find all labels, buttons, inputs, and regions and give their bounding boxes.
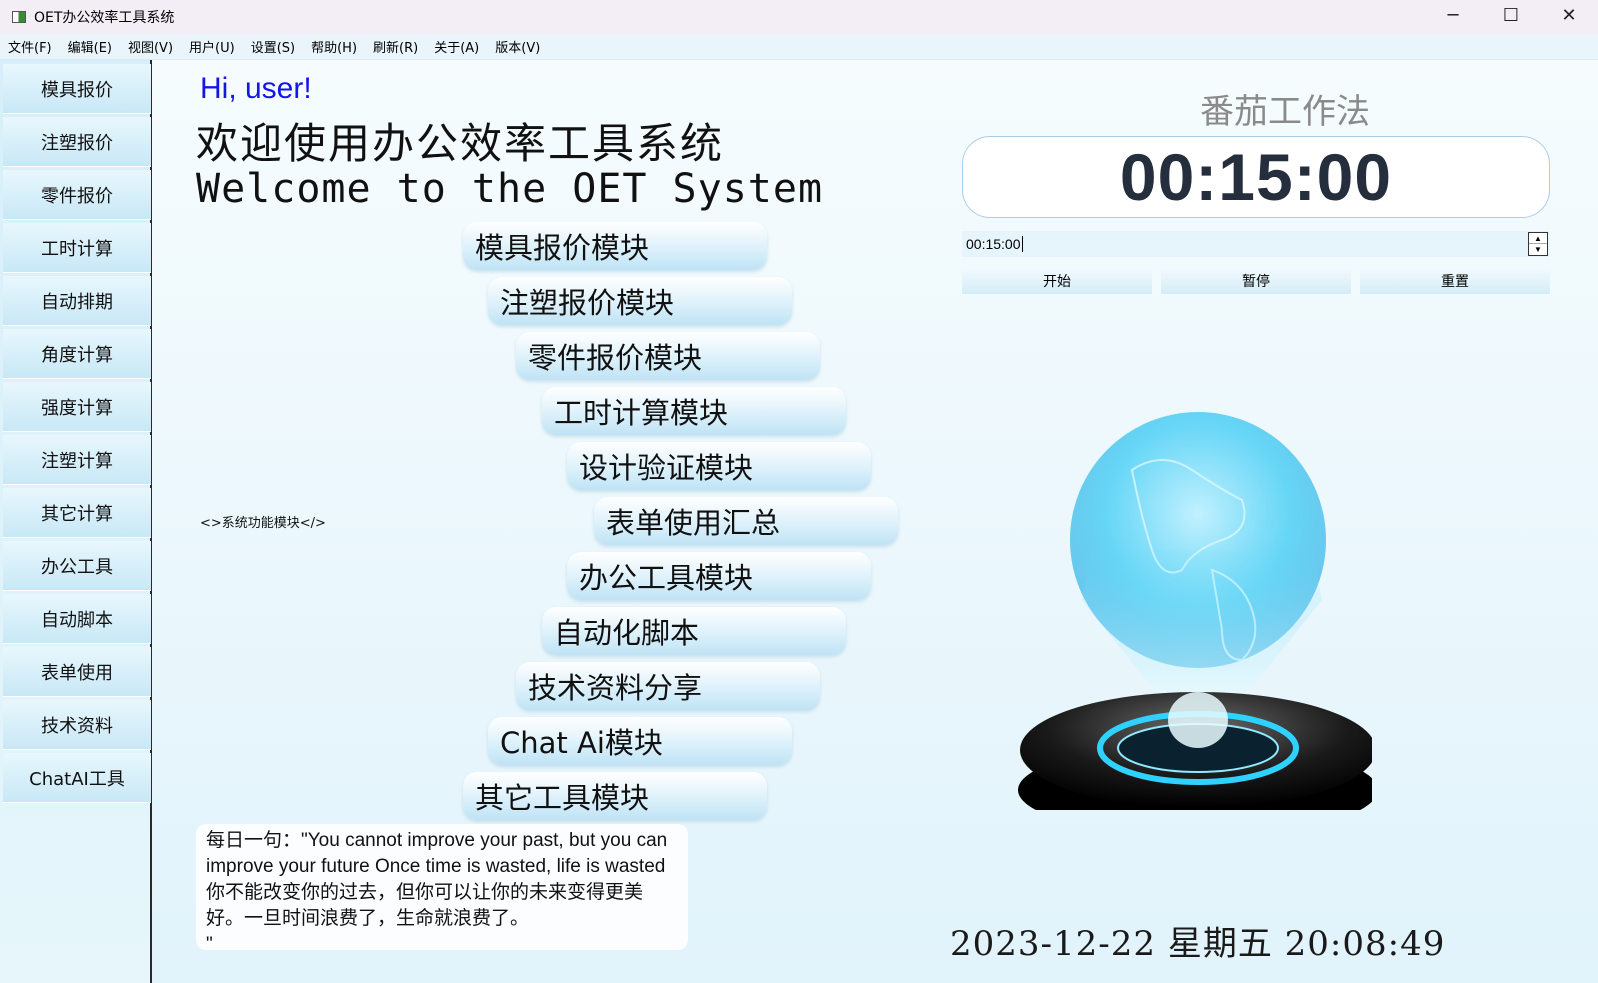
globe-icon	[1018, 412, 1378, 836]
menu-bar: 文件(F) 编辑(E) 视图(V) 用户(U) 设置(S) 帮助(H) 刷新(R…	[0, 34, 1598, 60]
start-button[interactable]: 开始	[962, 268, 1152, 294]
sidebar-item-office-tools[interactable]: 办公工具	[3, 541, 151, 591]
sidebar-item-forms[interactable]: 表单使用	[3, 647, 151, 697]
reset-button[interactable]: 重置	[1360, 268, 1550, 294]
sidebar-item-strength-calc[interactable]: 强度计算	[3, 382, 151, 432]
menu-settings[interactable]: 设置(S)	[251, 37, 295, 56]
sidebar-item-work-hours[interactable]: 工时计算	[3, 223, 151, 273]
window-controls: ─ ☐ ✕	[1424, 0, 1598, 30]
sidebar-item-angle-calc[interactable]: 角度计算	[3, 329, 151, 379]
module-button-work-hours[interactable]: 工时计算模块	[542, 387, 846, 435]
menu-user[interactable]: 用户(U)	[189, 37, 235, 56]
main-panel: Hi, user! 欢迎使用办公效率工具系统 Welcome to the OE…	[152, 60, 1598, 983]
window-title: OET办公效率工具系统	[34, 10, 175, 26]
hologram-globe-image	[1012, 350, 1378, 836]
module-button-chat-ai[interactable]: Chat Ai模块	[488, 717, 792, 765]
time-input-value: 00:15:00	[966, 236, 1021, 252]
module-button-automation-script[interactable]: 自动化脚本	[542, 607, 846, 655]
sidebar-item-tech-docs[interactable]: 技术资料	[3, 700, 151, 750]
menu-refresh[interactable]: 刷新(R)	[373, 37, 418, 56]
sidebar-item-part-quote[interactable]: 零件报价	[3, 170, 151, 220]
greeting: Hi, user!	[200, 72, 312, 105]
pause-button[interactable]: 暂停	[1161, 268, 1351, 294]
sidebar-item-injection-calc[interactable]: 注塑计算	[3, 435, 151, 485]
minimize-button[interactable]: ─	[1424, 0, 1482, 30]
sidebar-item-auto-schedule[interactable]: 自动排期	[3, 276, 151, 326]
sidebar: 模具报价 注塑报价 零件报价 工时计算 自动排期 角度计算 强度计算 注塑计算 …	[0, 60, 152, 983]
maximize-button[interactable]: ☐	[1482, 0, 1540, 30]
time-spinner[interactable]: ▲ ▼	[1528, 232, 1548, 256]
menu-version[interactable]: 版本(V)	[495, 37, 540, 56]
time-input[interactable]: 00:15:00 ▲ ▼	[962, 231, 1550, 257]
modules-label: <>系统功能模块</>	[200, 516, 326, 531]
sidebar-item-auto-script[interactable]: 自动脚本	[3, 594, 151, 644]
module-button-mold-quote[interactable]: 模具报价模块	[463, 222, 767, 270]
module-button-forms-summary[interactable]: 表单使用汇总	[594, 497, 898, 545]
module-button-tech-share[interactable]: 技术资料分享	[516, 662, 820, 710]
module-button-design-verify[interactable]: 设计验证模块	[567, 442, 871, 490]
close-button[interactable]: ✕	[1540, 0, 1598, 30]
sidebar-item-injection-quote[interactable]: 注塑报价	[3, 117, 151, 167]
module-button-other-tools[interactable]: 其它工具模块	[463, 772, 767, 820]
daily-quote: 每日一句："You cannot improve your past, but …	[196, 824, 688, 955]
menu-file[interactable]: 文件(F)	[8, 37, 52, 56]
menu-help[interactable]: 帮助(H)	[311, 37, 357, 56]
menu-view[interactable]: 视图(V)	[128, 37, 173, 56]
pomodoro-title: 番茄工作法	[1200, 92, 1370, 132]
welcome-title-cn: 欢迎使用办公效率工具系统	[196, 119, 725, 168]
spin-down-icon[interactable]: ▼	[1529, 244, 1547, 255]
title-bar: OET办公效率工具系统 ─ ☐ ✕	[0, 0, 1598, 34]
sidebar-item-other-calc[interactable]: 其它计算	[3, 488, 151, 538]
app-icon	[12, 11, 26, 23]
timer-text: 00:15:00	[1119, 140, 1393, 214]
menu-about[interactable]: 关于(A)	[434, 37, 479, 56]
module-button-part-quote[interactable]: 零件报价模块	[516, 332, 820, 380]
timer-display: 00:15:00	[962, 136, 1550, 218]
sidebar-item-mold-quote[interactable]: 模具报价	[3, 64, 151, 114]
module-button-injection-quote[interactable]: 注塑报价模块	[488, 277, 792, 325]
sidebar-item-chatai[interactable]: ChatAI工具	[3, 753, 151, 803]
welcome-title-en: Welcome to the OET System	[196, 166, 824, 212]
menu-edit[interactable]: 编辑(E)	[68, 37, 112, 56]
spin-up-icon[interactable]: ▲	[1529, 233, 1547, 244]
module-button-office-tools[interactable]: 办公工具模块	[567, 552, 871, 600]
datetime-display: 2023-12-22 星期五 20:08:49	[950, 924, 1446, 964]
